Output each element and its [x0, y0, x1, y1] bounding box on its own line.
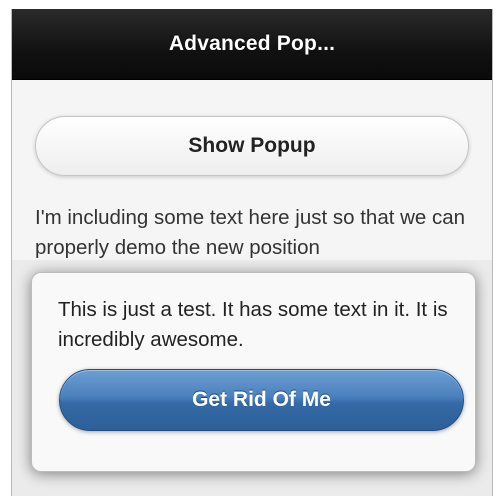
popup-message: This is just a test. It has some text in… [58, 298, 448, 351]
popup-dialog: This is just a test. It has some text in… [31, 272, 476, 472]
get-rid-of-me-button[interactable]: Get Rid Of Me [59, 369, 464, 431]
app-viewport: Advanced Pop... Show Popup I'm including… [11, 9, 493, 496]
screenshot-frame: Advanced Pop... Show Popup I'm including… [0, 0, 502, 496]
header-bar: Advanced Pop... [12, 9, 492, 80]
page-title: Advanced Pop... [168, 32, 336, 55]
body-paragraph: I'm including some text here just so tha… [35, 206, 466, 259]
show-popup-button[interactable]: Show Popup [35, 116, 469, 176]
page-content: Show Popup I'm including some text here … [12, 80, 492, 496]
